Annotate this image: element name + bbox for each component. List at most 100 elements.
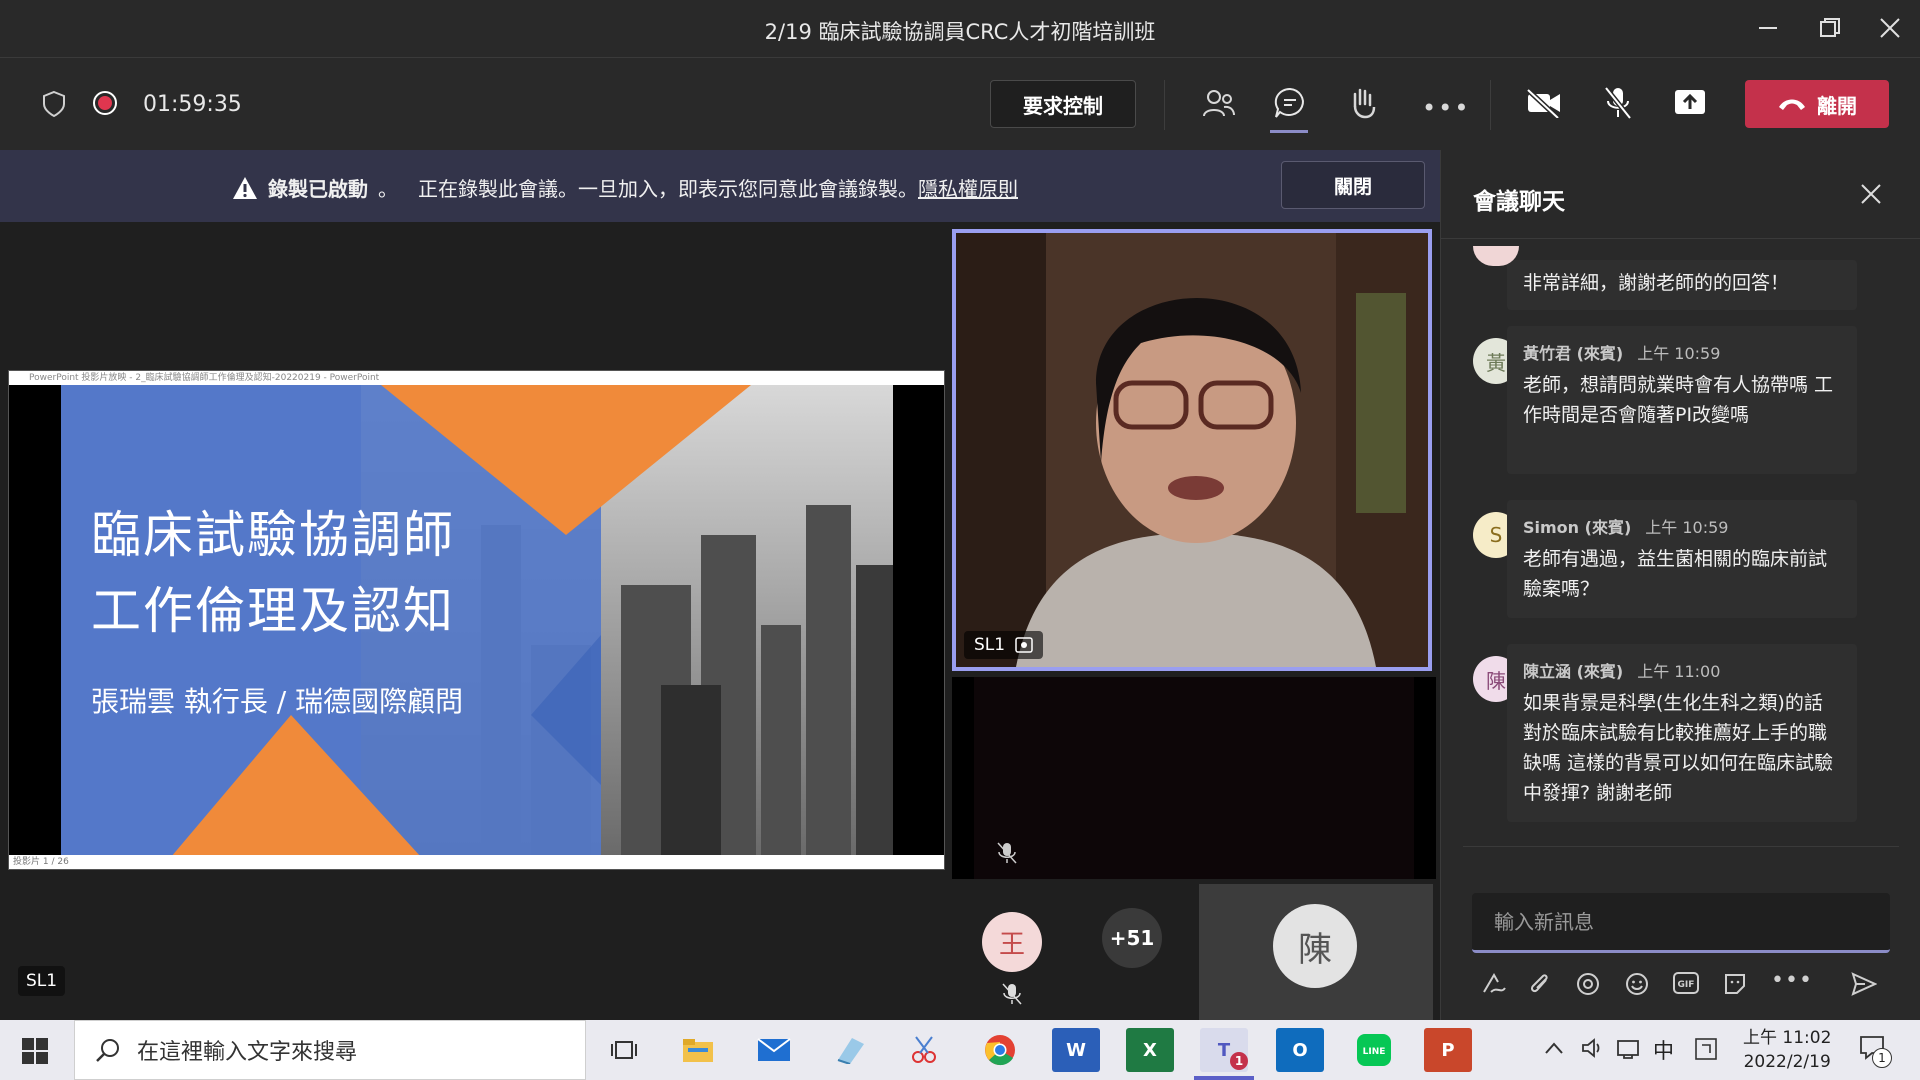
emoji-icon[interactable]: [1625, 972, 1649, 1002]
more-compose-icon[interactable]: •••: [1771, 968, 1813, 993]
shield-icon[interactable]: [42, 90, 66, 118]
close-chat-icon[interactable]: [1861, 178, 1881, 211]
participant-video[interactable]: [952, 677, 1436, 879]
ime-mode-icon[interactable]: [1694, 1037, 1718, 1065]
chat-sender: 黃竹君 (來賓): [1523, 344, 1624, 363]
close-icon: [1880, 18, 1900, 38]
ime-indicator[interactable]: 中: [1653, 1035, 1674, 1065]
task-view-icon[interactable]: [600, 1028, 648, 1072]
chat-time: 上午 10:59: [1637, 344, 1721, 363]
powerpoint-icon[interactable]: P: [1424, 1028, 1472, 1072]
participants-icon[interactable]: [1202, 88, 1236, 120]
more-participants-button[interactable]: +51: [1102, 908, 1162, 968]
chat-message: 陳立涵 (來賓) 上午 11:00 如果背景是科學(生化生科之類)的話對於臨床試驗…: [1507, 644, 1857, 822]
meeting-chat-panel: 會議聊天 非常詳細，謝謝老師的的回答！ 黃 黃竹君 (來賓) 上午 10:59 老…: [1440, 150, 1920, 1020]
participant-tile-chen[interactable]: 陳: [1199, 884, 1433, 1020]
recording-banner: 錄製已啟動。 正在錄製此會議。一旦加入，即表示您同意此會議錄製。 隱私權原則 關…: [0, 150, 1440, 222]
recording-icon: [92, 90, 118, 116]
wang-muted-icon: [1002, 983, 1022, 1005]
speaker-video-feed: [956, 233, 1428, 667]
taskbar-search[interactable]: 在這裡輸入文字來搜尋: [74, 1020, 586, 1080]
notification-count: 1: [1872, 1048, 1892, 1068]
restore-icon: [1820, 18, 1840, 37]
chat-time: 上午 11:00: [1637, 662, 1721, 681]
teams-badge: 1: [1230, 1052, 1248, 1070]
share-screen-icon[interactable]: [1673, 88, 1707, 118]
loop-icon[interactable]: [1576, 972, 1600, 1002]
banner-text: 正在錄製此會議。一旦加入，即表示您同意此會議錄製。: [418, 177, 918, 201]
participant-avatar-wang[interactable]: 王: [982, 912, 1042, 972]
teams-icon[interactable]: T 1: [1200, 1028, 1248, 1072]
meeting-stage: PowerPoint 投影片放映 - 2_臨床試驗協調師工作倫理及認知-2022…: [0, 222, 1440, 1020]
restore-button[interactable]: [1810, 12, 1850, 44]
chrome-icon[interactable]: [976, 1028, 1024, 1072]
privacy-link[interactable]: 隱私權原則: [918, 173, 1018, 202]
snipping-tool-icon[interactable]: [900, 1028, 948, 1072]
line-icon[interactable]: LINE: [1350, 1028, 1398, 1072]
mail-icon[interactable]: [750, 1028, 798, 1072]
phone-hangup-icon: [1779, 99, 1805, 110]
chat-time: 上午 10:59: [1645, 518, 1729, 537]
chat-message-text: 老師，想請問就業時會有人協帶嗎 工作時間是否會隨著PI改變嗎: [1523, 374, 1834, 426]
screen-share-icon: [1015, 637, 1033, 653]
outlook-icon[interactable]: O: [1276, 1028, 1324, 1072]
banner-title: 錄製已啟動: [268, 177, 368, 201]
leave-label: 離開: [1817, 93, 1857, 118]
chat-sender: Simon (來賓): [1523, 518, 1632, 537]
chat-message: Simon (來賓) 上午 10:59 老師有遇過，益生菌相關的臨床前試驗案嗎？: [1507, 500, 1857, 618]
chat-icon[interactable]: [1273, 86, 1307, 120]
volume-icon[interactable]: [1580, 1036, 1604, 1064]
mic-off-icon[interactable]: [1604, 86, 1632, 120]
muted-icon: [997, 842, 1017, 864]
chat-message-input[interactable]: 輸入新訊息: [1472, 893, 1890, 953]
word-icon[interactable]: W: [1052, 1028, 1100, 1072]
slide-title-line1: 臨床試驗協調師: [91, 506, 455, 564]
search-placeholder: 在這裡輸入文字來搜尋: [137, 1040, 358, 1065]
window-title: 2/19 臨床試驗協調員CRC人才初階培訓班: [764, 20, 1156, 44]
leave-button[interactable]: 離開: [1745, 80, 1889, 128]
teams-active-indicator: [1194, 1076, 1254, 1080]
svg-text:GIF: GIF: [1678, 980, 1695, 990]
close-banner-button[interactable]: 關閉: [1281, 161, 1425, 209]
notes-app-icon[interactable]: [826, 1028, 874, 1072]
file-explorer-icon[interactable]: [674, 1028, 722, 1072]
attach-icon[interactable]: [1529, 972, 1551, 1002]
slideshow-statusbar: 投影片 1 / 26: [9, 855, 944, 869]
camera-off-icon[interactable]: [1526, 88, 1562, 118]
excel-icon[interactable]: X: [1126, 1028, 1174, 1072]
warning-icon: [233, 176, 257, 199]
close-window-button[interactable]: [1870, 12, 1910, 44]
sticker-icon[interactable]: [1723, 972, 1747, 1002]
chat-message: 黃竹君 (來賓) 上午 10:59 老師，想請問就業時會有人協帶嗎 工作時間是否會…: [1507, 326, 1857, 474]
chat-message-text: 如果背景是科學(生化生科之類)的話對於臨床試驗有比較推薦好上手的職缺嗎 這樣的背…: [1523, 692, 1834, 804]
send-icon[interactable]: [1851, 972, 1878, 1002]
notification-center-icon[interactable]: 1: [1858, 1034, 1892, 1068]
speaker-video[interactable]: SL1: [952, 229, 1432, 671]
more-options-icon[interactable]: •••: [1422, 94, 1470, 122]
network-icon[interactable]: [1616, 1037, 1640, 1063]
chat-message: 非常詳細，謝謝老師的的回答！: [1507, 260, 1857, 310]
chat-sender: 陳立涵 (來賓): [1523, 662, 1624, 681]
slideshow-titlebar: PowerPoint 投影片放映 - 2_臨床試驗協調師工作倫理及認知-2022…: [9, 371, 944, 385]
chat-active-indicator: [1270, 130, 1308, 133]
slide-subtitle: 張瑞雲 執行長 / 瑞德國際顧問: [91, 685, 464, 718]
meeting-toolbar: 01:59:35 要求控制 ••• 離開: [0, 58, 1920, 150]
presenter-badge: SL1: [18, 966, 66, 996]
format-icon[interactable]: [1481, 972, 1507, 1002]
show-hidden-icons[interactable]: [1544, 1040, 1564, 1059]
raise-hand-icon[interactable]: [1347, 86, 1381, 120]
taskbar-clock[interactable]: 上午 11:02 2022/2/19: [1743, 1026, 1831, 1074]
presentation-slide: 臨床試驗協調師 工作倫理及認知 張瑞雲 執行長 / 瑞德國際顧問: [61, 385, 893, 857]
participant-avatar-chen: 陳: [1273, 904, 1357, 988]
minimize-button[interactable]: [1748, 12, 1788, 44]
request-control-button[interactable]: 要求控制: [990, 80, 1136, 128]
chat-message-text: 老師有遇過，益生菌相關的臨床前試驗案嗎？: [1523, 548, 1828, 600]
shared-screen: PowerPoint 投影片放映 - 2_臨床試驗協調師工作倫理及認知-2022…: [8, 370, 945, 870]
minimize-icon: [1759, 27, 1777, 29]
windows-start-icon[interactable]: [22, 1038, 48, 1068]
gif-icon[interactable]: GIF: [1673, 972, 1699, 1000]
chat-title: 會議聊天: [1473, 189, 1565, 215]
windows-taskbar: 在這裡輸入文字來搜尋 W X T 1 O LINE P 中 上午 11:02 2…: [0, 1020, 1920, 1080]
slide-title-line2: 工作倫理及認知: [91, 582, 455, 640]
svg-text:LINE: LINE: [1363, 1047, 1386, 1057]
